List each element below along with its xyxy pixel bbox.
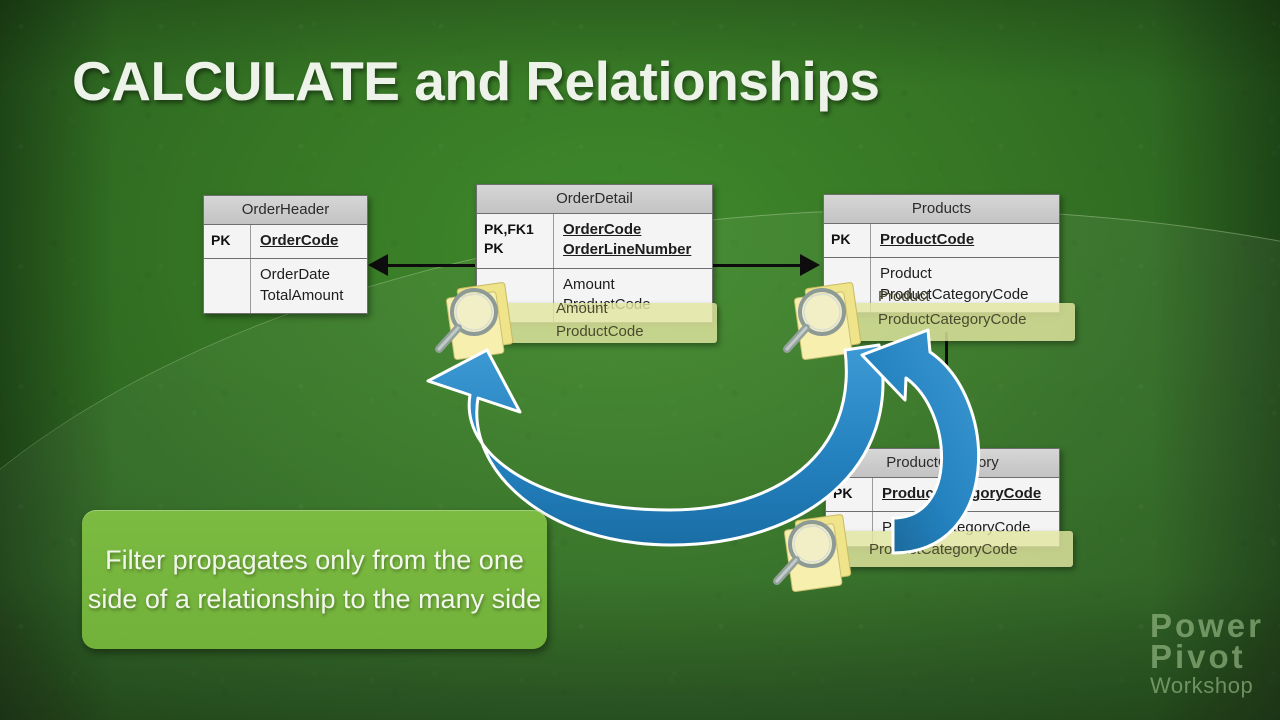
- powerpivot-workshop-logo: Power Pivot Workshop: [1149, 607, 1264, 698]
- entity-column: OrderLineNumber: [563, 241, 692, 259]
- entity-section-attributes: OrderDate TotalAmount: [204, 258, 367, 313]
- entity-column-echo: ProductCategoryCode: [869, 541, 1018, 558]
- entity-table-productcategory[interactable]: ProductCategory PK ProductCategoryCode P…: [825, 448, 1060, 547]
- entity-section-keys: PK ProductCode: [824, 224, 1059, 258]
- highlight-text-productcategory: ProductCategoryCode: [869, 539, 1017, 562]
- entity-key-label: [824, 258, 871, 312]
- callout-box: Filter propagates only from the one side…: [82, 510, 547, 649]
- entity-key-label: [826, 512, 873, 546]
- entity-columns: OrderCode OrderLineNumber: [554, 214, 712, 268]
- relationship-arrow-right-icon: [800, 254, 820, 276]
- relationship-line-orderheader-orderdetail: [385, 264, 475, 267]
- entity-section-keys: PK OrderCode: [204, 225, 367, 259]
- entity-columns: ProductCode: [871, 224, 1059, 257]
- entity-key-label: PK: [824, 224, 871, 258]
- entity-column-echo: Product: [878, 288, 930, 305]
- relationship-line-products-productcategory: [945, 332, 948, 424]
- entity-table-orderheader[interactable]: OrderHeader PK OrderCode OrderDate Total…: [203, 195, 368, 314]
- entity-key-label: [204, 259, 251, 313]
- entity-key-label: PK: [204, 225, 251, 259]
- highlight-text-products: Product ProductCategoryCode: [878, 286, 1026, 331]
- highlight-text-orderdetail: Amount ProductCode: [556, 298, 644, 343]
- entity-key-label: [477, 268, 554, 322]
- entity-columns: ProductCategoryCode: [873, 478, 1059, 511]
- entity-column: Amount: [563, 275, 615, 293]
- entity-table-productcategory-body: PK ProductCategoryCode ProductCategoryCo…: [825, 478, 1060, 547]
- entity-column: ProductCode: [880, 231, 975, 248]
- entity-table-orderheader-title: OrderHeader: [203, 195, 368, 225]
- logo-line-pivot: Pivot: [1149, 638, 1246, 676]
- relationship-line-orderdetail-products: [713, 264, 805, 267]
- entity-key-label: PK: [826, 478, 873, 512]
- entity-column: OrderCode: [563, 221, 642, 238]
- logo-line-workshop: Workshop: [1149, 672, 1254, 698]
- relationship-arrow-down-icon: [935, 420, 957, 442]
- entity-table-products-title: Products: [823, 194, 1060, 224]
- callout-text: Filter propagates only from the one side…: [87, 545, 542, 614]
- entity-column: OrderCode: [260, 232, 339, 249]
- entity-section-keys: PK ProductCategoryCode: [826, 478, 1059, 512]
- page-title: CALCULATE and Relationships: [72, 50, 880, 112]
- relationship-arrow-left-icon: [368, 254, 388, 276]
- entity-column-echo: Amount: [556, 300, 608, 317]
- entity-column-echo: ProductCategoryCode: [878, 310, 1027, 328]
- entity-columns: OrderCode: [251, 225, 367, 258]
- entity-column: ProductCategoryCode: [882, 485, 1042, 502]
- entity-column: OrderDate: [260, 266, 331, 284]
- entity-table-orderheader-body: PK OrderCode OrderDate TotalAmount: [203, 225, 368, 314]
- entity-table-productcategory-title: ProductCategory: [825, 448, 1060, 478]
- entity-column: Product: [880, 265, 932, 283]
- entity-key-label: PK,FK1 PK: [477, 214, 554, 268]
- entity-columns: OrderDate TotalAmount: [251, 259, 367, 313]
- entity-column-echo: ProductCode: [556, 322, 644, 340]
- entity-section-keys: PK,FK1 PK OrderCode OrderLineNumber: [477, 214, 712, 268]
- logo-line-power: Power: [1149, 607, 1264, 645]
- entity-table-orderdetail-title: OrderDetail: [476, 184, 713, 214]
- entity-column: ProductCategoryCode: [882, 519, 1031, 537]
- entity-column: TotalAmount: [260, 286, 344, 304]
- slide-canvas: CALCULATE and Relationships OrderHeader …: [0, 0, 1280, 720]
